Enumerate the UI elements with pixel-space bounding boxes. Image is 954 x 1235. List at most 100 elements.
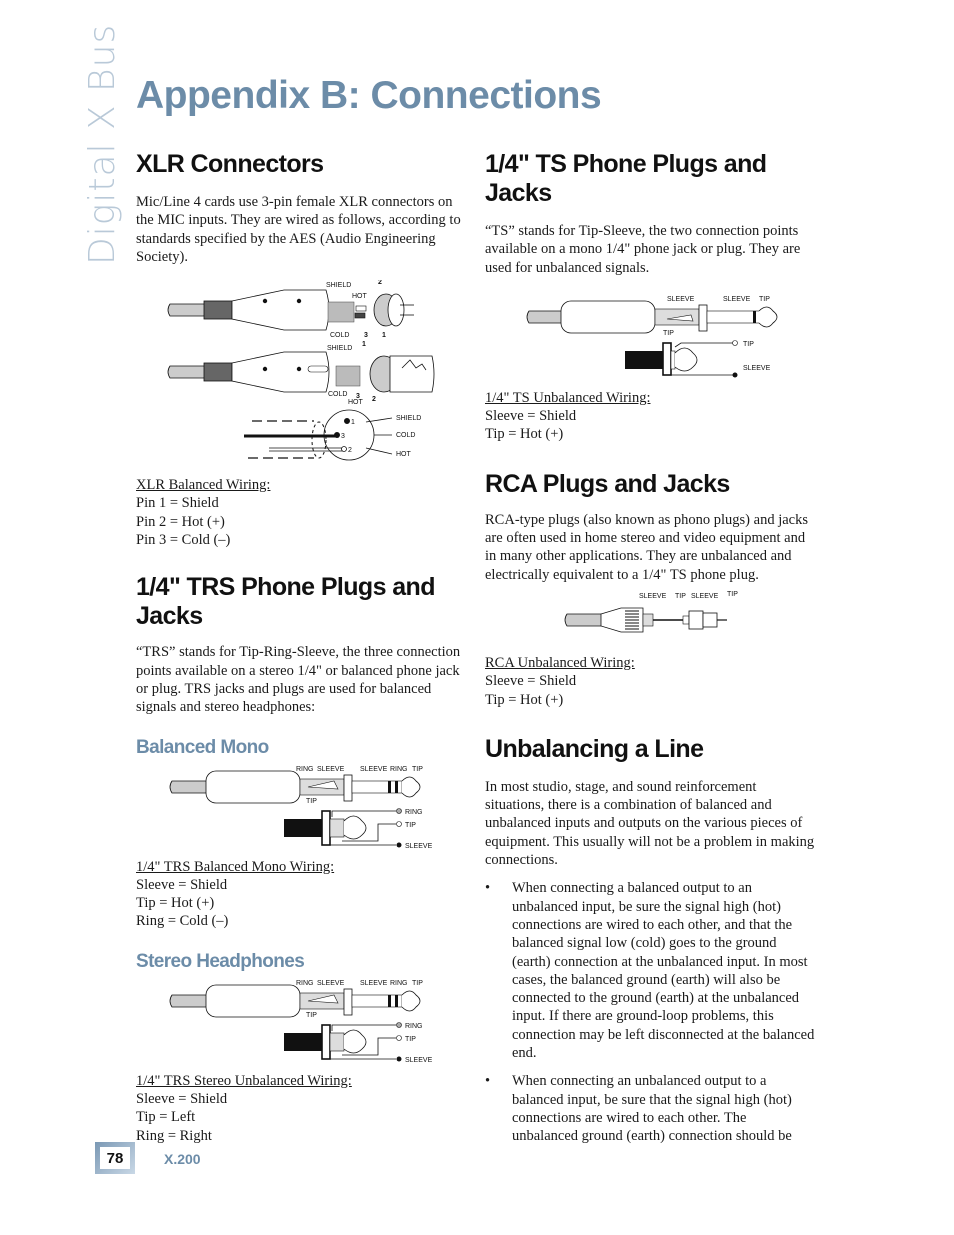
svg-text:HOT: HOT	[396, 451, 412, 458]
unbalancing-heading: Unbalancing a Line	[485, 734, 704, 763]
wiring-line: Tip = Hot (+)	[485, 691, 564, 708]
svg-text:2: 2	[378, 280, 382, 286]
wiring-line: Sleeve = Shield	[136, 876, 228, 893]
xlr-label-shield: SHIELD	[326, 282, 351, 289]
page-number-badge: 78	[95, 1142, 135, 1174]
xlr-label-hot: HOT	[352, 293, 368, 300]
unbalancing-body: In most studio, stage, and sound reinfor…	[485, 778, 815, 869]
wiring-line: Sleeve = Shield	[485, 408, 577, 425]
svg-text:SLEEVE: SLEEVE	[639, 593, 667, 600]
wiring-line: Sleeve = Shield	[485, 673, 577, 690]
wiring-line: Ring = Right	[136, 1127, 212, 1144]
xlr-female-connector-illustration	[167, 351, 435, 393]
svg-text:RING: RING	[405, 809, 423, 816]
bullet-text: When connecting a balanced output to an …	[512, 880, 815, 1062]
svg-text:SLEEVE: SLEEVE	[405, 843, 433, 850]
trs-stereo-wiring: 1/4" TRS Stereo Unbalanced Wiring: Sleev…	[136, 1072, 466, 1145]
trs-body: “TRS” stands for Tip-Ring-Sleeve, the th…	[136, 644, 461, 716]
trs-stereo-wiring-title: 1/4" TRS Stereo Unbalanced Wiring:	[136, 1072, 352, 1089]
svg-text:SLEEVE: SLEEVE	[360, 766, 388, 773]
wiring-line: Tip = Left	[136, 1109, 196, 1126]
svg-text:TIP: TIP	[306, 798, 317, 805]
rca-heading: RCA Plugs and Jacks	[485, 469, 730, 498]
xlr-wiring-line: Pin 3 = Cold (–)	[136, 532, 231, 549]
svg-text:3: 3	[341, 433, 345, 440]
xlr-wiring: XLR Balanced Wiring: Pin 1 = Shield Pin …	[136, 476, 466, 549]
bullet-item: • When connecting an unbalanced output to…	[485, 1072, 815, 1145]
bullet-marker: •	[485, 880, 491, 897]
rca-body: RCA-type plugs (also known as phono plug…	[485, 511, 808, 583]
ts-body: “TS” stands for Tip-Sleeve, the two conn…	[485, 223, 801, 276]
ts-section: 1/4" TS Phone Plugs and Jacks “TS” stand…	[485, 150, 815, 444]
svg-text:TIP: TIP	[306, 1012, 317, 1019]
svg-text:SLEEVE: SLEEVE	[691, 593, 719, 600]
ts-wiring-title: 1/4" TS Unbalanced Wiring:	[485, 389, 651, 406]
svg-text:TIP: TIP	[727, 591, 738, 598]
xlr-male-connector-illustration	[167, 289, 414, 331]
svg-text:RING: RING	[296, 766, 314, 773]
svg-text:2: 2	[372, 396, 376, 403]
svg-text:3: 3	[364, 332, 368, 339]
bullet-item: • When connecting a balanced output to an…	[485, 879, 815, 1062]
trs-plug-illustration	[169, 770, 421, 803]
svg-text:TIP: TIP	[412, 766, 423, 773]
balanced-mono-subheading: Balanced Mono	[136, 736, 269, 758]
xlr-wiring-title: XLR Balanced Wiring:	[136, 477, 271, 494]
footer-model-name: X.200	[164, 1151, 201, 1167]
svg-text:RING: RING	[296, 980, 314, 987]
rca-wiring: RCA Unbalanced Wiring: Sleeve = Shield T…	[485, 654, 815, 709]
svg-text:SHIELD: SHIELD	[327, 345, 352, 352]
right-column: 1/4" TS Phone Plugs and Jacks “TS” stand…	[485, 150, 815, 1156]
svg-text:1: 1	[362, 341, 366, 348]
svg-text:TIP: TIP	[663, 330, 674, 337]
left-column: XLR Connectors Mic/Line 4 cards use 3-pi…	[136, 150, 466, 1145]
side-tab-label: Digital X Bus	[82, 23, 123, 265]
svg-text:SLEEVE: SLEEVE	[743, 365, 771, 372]
svg-text:TIP: TIP	[743, 341, 754, 348]
xlr-section: XLR Connectors Mic/Line 4 cards use 3-pi…	[136, 150, 466, 549]
ts-wiring: 1/4" TS Unbalanced Wiring: Sleeve = Shie…	[485, 389, 815, 444]
trs-balanced-mono-diagram: RING SLEEVE SLEEVE RING TIP TIP RING TIP…	[166, 765, 466, 853]
trs-balanced-mono-wiring-title: 1/4" TRS Balanced Mono Wiring:	[136, 858, 335, 875]
page-title: Appendix B: Connections	[136, 74, 602, 117]
xlr-pin-schematic	[244, 409, 393, 461]
svg-text:SLEEVE: SLEEVE	[360, 980, 388, 987]
svg-text:COLD: COLD	[396, 432, 415, 439]
svg-text:1: 1	[382, 332, 386, 339]
wiring-line: Tip = Hot (+)	[485, 426, 564, 443]
page-number: 78	[100, 1147, 130, 1169]
rca-section: RCA Plugs and Jacks RCA-type plugs (also…	[485, 470, 815, 709]
svg-text:SHIELD: SHIELD	[396, 415, 421, 422]
xlr-heading: XLR Connectors	[136, 150, 324, 178]
unbalancing-bullets: • When connecting a balanced output to an…	[485, 879, 815, 1145]
stereo-headphones-subheading: Stereo Headphones	[136, 950, 305, 972]
bullet-text: When connecting an unbalanced output to …	[512, 1073, 792, 1145]
svg-text:TIP: TIP	[412, 980, 423, 987]
svg-text:SLEEVE: SLEEVE	[317, 980, 345, 987]
bullet-marker: •	[485, 1073, 491, 1090]
xlr-diagram: SHIELD HOT COLD 2 3 1 SHIELD COLD HOT 1 …	[164, 280, 466, 470]
svg-text:HOT: HOT	[348, 399, 364, 406]
svg-text:RING: RING	[390, 766, 408, 773]
wiring-line: Tip = Hot (+)	[136, 895, 215, 912]
svg-text:RING: RING	[405, 1023, 423, 1030]
xlr-wiring-line: Pin 1 = Shield	[136, 495, 219, 512]
svg-text:TIP: TIP	[405, 1036, 416, 1043]
svg-text:SLEEVE: SLEEVE	[405, 1057, 433, 1064]
svg-text:1: 1	[351, 419, 355, 426]
wiring-line: Ring = Cold (–)	[136, 913, 229, 930]
wiring-line: Sleeve = Shield	[136, 1091, 228, 1108]
trs-section: 1/4" TRS Phone Plugs and Jacks “TRS” sta…	[136, 573, 466, 1145]
rca-wiring-title: RCA Unbalanced Wiring:	[485, 654, 635, 671]
svg-text:2: 2	[348, 447, 352, 454]
unbalancing-section: Unbalancing a Line In most studio, stage…	[485, 735, 815, 1146]
svg-text:TIP: TIP	[675, 593, 686, 600]
svg-text:SLEEVE: SLEEVE	[317, 766, 345, 773]
ts-diagram: SLEEVE SLEEVE TIP TIP TIP SLEEVE	[523, 291, 815, 387]
svg-text:SLEEVE: SLEEVE	[667, 296, 695, 303]
svg-text:SLEEVE: SLEEVE	[723, 296, 751, 303]
trs-balanced-mono-wiring: 1/4" TRS Balanced Mono Wiring: Sleeve = …	[136, 858, 466, 931]
trs-heading: 1/4" TRS Phone Plugs and Jacks	[136, 573, 436, 631]
xlr-wiring-line: Pin 2 = Hot (+)	[136, 513, 225, 530]
rca-diagram: SLEEVE TIP SLEEVE TIP	[561, 591, 815, 642]
